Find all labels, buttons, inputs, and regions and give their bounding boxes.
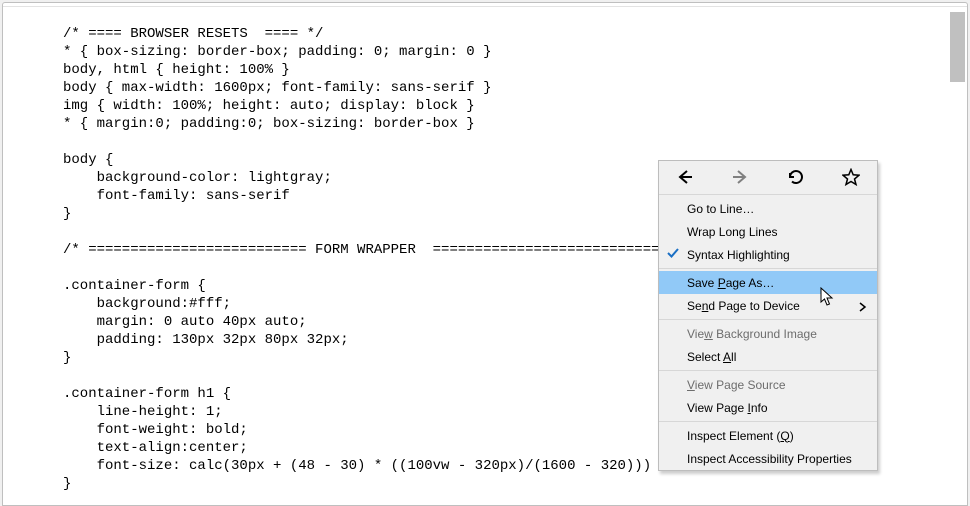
code-line: .container-form h1 { xyxy=(63,386,231,402)
code-line: font-size: calc(30px + (48 - 30) * ((100… xyxy=(63,458,651,474)
menu-label: Inspect Element (Q) xyxy=(687,429,794,443)
menu-syntax-highlighting[interactable]: Syntax Highlighting xyxy=(659,243,877,266)
menu-separator xyxy=(659,370,877,371)
code-line: /* ==== BROWSER RESETS ==== */ xyxy=(63,26,323,42)
code-line: } xyxy=(63,350,71,366)
menu-label: Select All xyxy=(687,350,736,364)
submenu-arrow-icon xyxy=(859,301,867,315)
menu-go-to-line[interactable]: Go to Line… xyxy=(659,197,877,220)
code-line: padding: 130px 32px 80px 32px; xyxy=(63,332,349,348)
menu-label: Wrap Long Lines xyxy=(687,225,778,239)
menu-wrap-long-lines[interactable]: Wrap Long Lines xyxy=(659,220,877,243)
menu-label: Syntax Highlighting xyxy=(687,248,790,262)
code-line: font-family: sans-serif xyxy=(63,188,290,204)
menu-label: Inspect Accessibility Properties xyxy=(687,452,852,466)
reload-icon xyxy=(787,168,805,186)
nav-back-button[interactable] xyxy=(673,168,697,186)
menu-label: View Page Source xyxy=(687,378,786,392)
code-line: body { max-width: 1600px; font-family: s… xyxy=(63,80,491,96)
menu-select-all[interactable]: Select All xyxy=(659,345,877,368)
arrow-left-icon xyxy=(675,168,695,186)
menu-inspect-accessibility[interactable]: Inspect Accessibility Properties xyxy=(659,447,877,470)
menu-label: View Page Info xyxy=(687,401,768,415)
menu-send-page-to-device[interactable]: Send Page to Device xyxy=(659,294,877,317)
menu-label: View Background Image xyxy=(687,327,817,341)
scrollbar-thumb[interactable] xyxy=(950,12,965,82)
star-icon xyxy=(842,168,860,186)
menu-view-page-info[interactable]: View Page Info xyxy=(659,396,877,419)
vertical-scrollbar[interactable] xyxy=(950,12,965,505)
menu-separator xyxy=(659,194,877,195)
menu-save-page-as[interactable]: Save Page As… xyxy=(659,271,877,294)
menu-label: Send Page to Device xyxy=(687,299,800,313)
menu-label: Save Page As… xyxy=(687,276,774,290)
nav-reload-button[interactable] xyxy=(784,168,808,186)
menu-view-page-source: View Page Source xyxy=(659,373,877,396)
code-line: background:#fff; xyxy=(63,296,231,312)
context-menu: Go to Line… Wrap Long Lines Syntax Highl… xyxy=(658,160,878,471)
code-line: * { margin:0; padding:0; box-sizing: bor… xyxy=(63,116,475,132)
menu-separator xyxy=(659,268,877,269)
arrow-right-icon xyxy=(730,168,750,186)
code-line: * { box-sizing: border-box; padding: 0; … xyxy=(63,44,491,60)
code-line: body, html { height: 100% } xyxy=(63,62,290,78)
check-icon xyxy=(666,246,680,263)
code-line: body { xyxy=(63,152,113,168)
code-line: text-align:center; xyxy=(63,440,248,456)
context-menu-nav-row xyxy=(659,161,877,192)
menu-separator xyxy=(659,421,877,422)
nav-bookmark-button[interactable] xyxy=(839,168,863,186)
code-line: .container-form { xyxy=(63,278,206,294)
code-line: background-color: lightgray; xyxy=(63,170,332,186)
menu-inspect-element[interactable]: Inspect Element (Q) xyxy=(659,424,877,447)
code-line: } xyxy=(63,206,71,222)
menu-view-background-image: View Background Image xyxy=(659,322,877,345)
code-line: img { width: 100%; height: auto; display… xyxy=(63,98,475,114)
code-line: margin: 0 auto 40px auto; xyxy=(63,314,307,330)
menu-separator xyxy=(659,319,877,320)
nav-forward-button[interactable] xyxy=(728,168,752,186)
menu-label: Go to Line… xyxy=(687,202,754,216)
code-line: } xyxy=(63,476,71,492)
code-line: font-weight: bold; xyxy=(63,422,248,438)
code-line: line-height: 1; xyxy=(63,404,223,420)
